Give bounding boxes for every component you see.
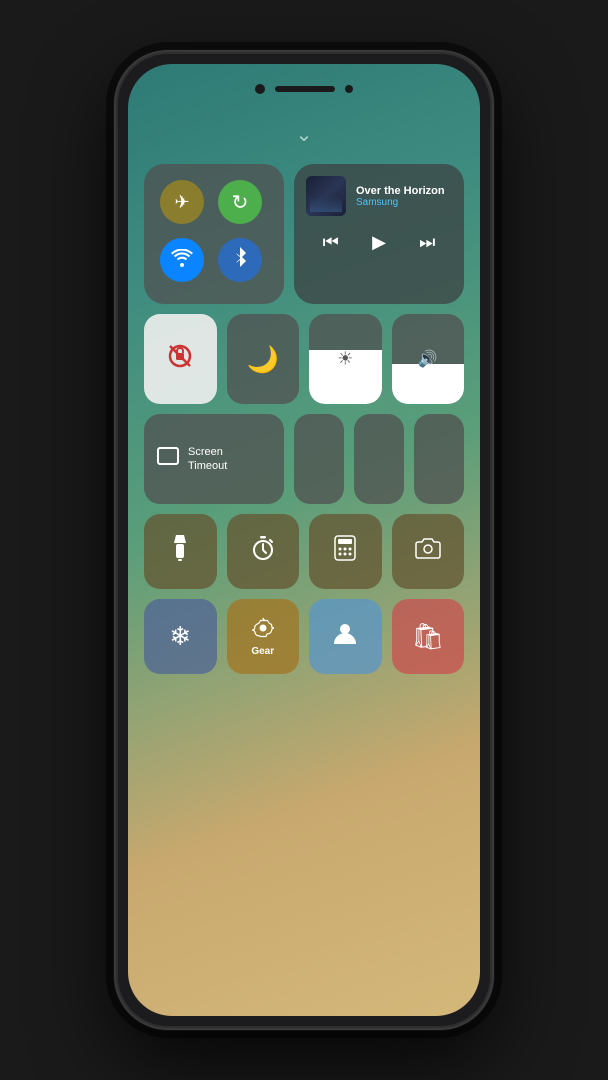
volume-slider[interactable]: 🔊 — [392, 314, 465, 404]
media-top: Over the Horizon Samsung — [306, 176, 452, 216]
snowflake-icon: ❄ — [169, 621, 191, 652]
screen-timeout-label: ScreenTimeout — [188, 445, 227, 474]
row-apps: ❄ Gear — [144, 599, 464, 674]
timer-icon — [250, 535, 276, 568]
row-quick-tiles: 🌙 ☀ 🔊 — [144, 314, 464, 404]
media-play-button[interactable]: ▶ — [364, 228, 394, 257]
row-connectivity-media: ✈ ↻ — [144, 164, 464, 304]
phone-device: ⌄ ✈ ↻ — [114, 50, 494, 1030]
gear-app-button[interactable]: Gear — [227, 599, 300, 674]
media-next-button[interactable]: ⏭ — [411, 228, 443, 257]
media-title: Over the Horizon — [356, 185, 452, 197]
rotation-lock-tile[interactable] — [144, 314, 217, 404]
album-art — [306, 176, 346, 216]
volume-fill — [392, 364, 465, 405]
front-camera-icon — [255, 84, 265, 94]
volume-down-button[interactable] — [114, 237, 116, 292]
speaker-bar — [275, 86, 335, 92]
screen-timeout-tile[interactable]: ScreenTimeout — [144, 414, 284, 504]
person-app-button[interactable] — [309, 599, 382, 674]
connectivity-panel: ✈ ↻ — [144, 164, 284, 304]
person-icon — [332, 620, 358, 653]
media-controls: ⏮ ▶ ⏭ — [306, 228, 452, 257]
volume-up-button[interactable] — [114, 192, 116, 227]
media-prev-button[interactable]: ⏮ — [315, 228, 347, 257]
media-artist: Samsung — [356, 197, 452, 208]
snowflake-app-button[interactable]: ❄ — [144, 599, 217, 674]
empty-tile-3 — [414, 414, 464, 504]
wifi-icon — [171, 249, 193, 272]
shop-app-button[interactable]: 🛍 — [392, 599, 465, 674]
camera-area — [255, 84, 353, 94]
phone-screen: ⌄ ✈ ↻ — [128, 64, 480, 1016]
flashlight-icon — [169, 535, 191, 568]
shop-icon: 🛍 — [411, 621, 444, 652]
camera-button[interactable] — [392, 514, 465, 589]
row-utility — [144, 514, 464, 589]
rotation-icon: ↻ — [232, 190, 249, 215]
timer-button[interactable] — [227, 514, 300, 589]
flashlight-button[interactable] — [144, 514, 217, 589]
night-mode-tile[interactable]: 🌙 — [227, 314, 300, 404]
empty-tile-2 — [354, 414, 404, 504]
control-center: ✈ ↻ — [144, 164, 464, 996]
sensor-icon — [345, 85, 353, 93]
media-info: Over the Horizon Samsung — [356, 185, 452, 208]
bluetooth-button[interactable] — [218, 238, 262, 282]
gear-app-label: Gear — [251, 646, 274, 657]
moon-icon: 🌙 — [247, 344, 279, 375]
rotation-lock-icon — [166, 342, 194, 377]
volume-icon: 🔊 — [418, 349, 438, 369]
power-button[interactable] — [492, 232, 494, 292]
empty-tile-1 — [294, 414, 344, 504]
screen-timeout-icon — [156, 444, 180, 474]
brightness-slider[interactable]: ☀ — [309, 314, 382, 404]
calculator-icon — [334, 535, 356, 568]
chevron-down-icon[interactable]: ⌄ — [296, 122, 313, 147]
row-screen-timeout: ScreenTimeout — [144, 414, 464, 504]
album-art-image — [306, 176, 346, 216]
rotation-button[interactable]: ↻ — [218, 180, 262, 224]
wifi-button[interactable] — [160, 238, 204, 282]
calculator-button[interactable] — [309, 514, 382, 589]
gear-app-inner: Gear — [251, 617, 274, 657]
bluetooth-icon — [232, 247, 248, 274]
airplane-mode-button[interactable]: ✈ — [160, 180, 204, 224]
bixby-button[interactable] — [114, 302, 116, 357]
gear-app-icon — [252, 617, 274, 644]
phone-body: ⌄ ✈ ↻ — [114, 50, 494, 1030]
brightness-icon: ☀ — [337, 349, 353, 370]
camera-icon — [414, 537, 442, 566]
media-player-panel: Over the Horizon Samsung ⏮ ▶ ⏭ — [294, 164, 464, 304]
airplane-icon: ✈ — [174, 192, 189, 213]
top-bar — [128, 64, 480, 114]
